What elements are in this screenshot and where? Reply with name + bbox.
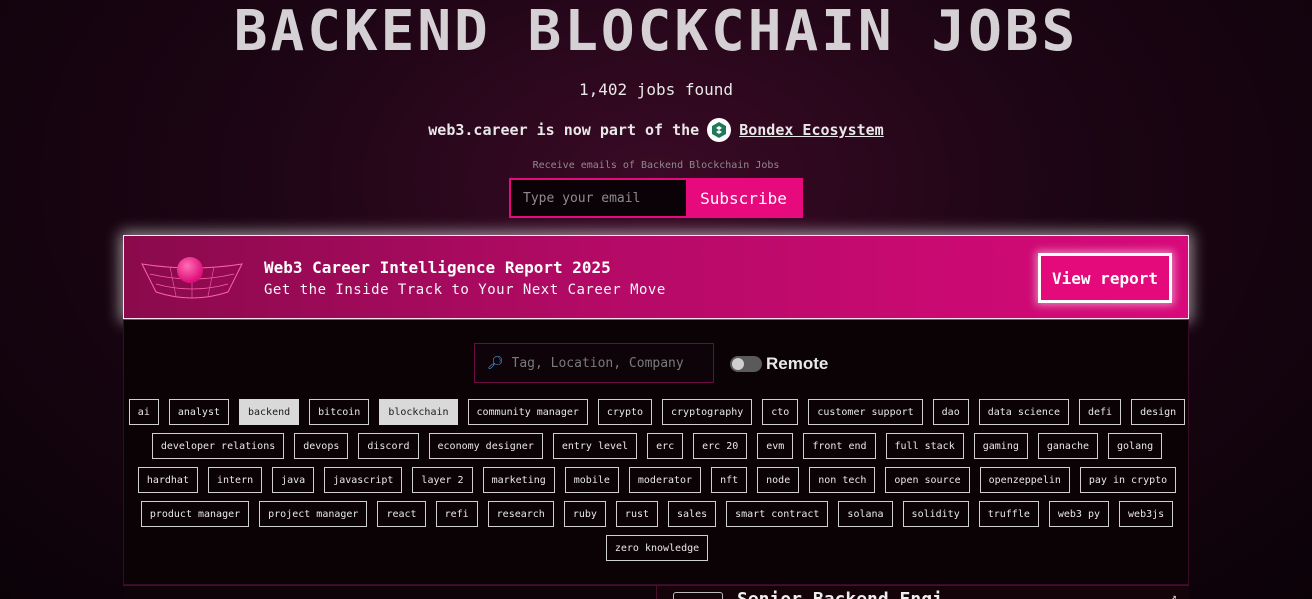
tag-refi[interactable]: refi (435, 501, 478, 527)
tag-discord[interactable]: discord (358, 433, 419, 459)
tag-analyst[interactable]: analyst (168, 399, 229, 425)
filter-panel: 🔎︎ Remote ai analyst backend bitcoin blockch… (123, 320, 1189, 585)
page-title: BACKEND BLOCKCHAIN JOBS (233, 0, 1079, 64)
tag-zero-knowledge[interactable]: zero knowledge (605, 535, 709, 561)
tag-ruby[interactable]: ruby (563, 501, 606, 527)
tag-mobile[interactable]: mobile (564, 467, 619, 493)
job-preview-panel: Senior Backend Engi ↗ (656, 585, 1189, 599)
tag-list: ai analyst backend bitcoin blockchain communi… (124, 399, 1190, 561)
external-link-icon[interactable]: ↗ (1170, 590, 1177, 599)
tag-react[interactable]: react (377, 501, 426, 527)
tag-hardhat[interactable]: hardhat (137, 467, 198, 493)
tag-economy-designer[interactable]: economy designer (428, 433, 543, 459)
report-banner[interactable]: Web3 Career Intelligence Report 2025 Get… (123, 235, 1189, 319)
search-input[interactable] (511, 355, 702, 371)
tag-data-science[interactable]: data science (978, 399, 1069, 425)
tag-truffle[interactable]: truffle (978, 501, 1039, 527)
bondex-prefix: web3.career is now part of the (428, 121, 700, 139)
tag-devops[interactable]: devops (294, 433, 349, 459)
bondex-ecosystem-link[interactable]: Bondex Ecosystem (739, 121, 884, 139)
search-icon: 🔎︎ (487, 355, 504, 371)
tag-ganache[interactable]: ganache (1037, 433, 1099, 459)
wireframe-sphere-icon (141, 257, 243, 299)
tag-dao[interactable]: dao (932, 399, 969, 425)
tag-project-manager[interactable]: project manager (259, 501, 368, 527)
tag-entry-level[interactable]: entry level (552, 433, 638, 459)
tag-solana[interactable]: solana (838, 501, 893, 527)
tag-layer-2[interactable]: layer 2 (412, 467, 473, 493)
tag-smart-contract[interactable]: smart contract (726, 501, 829, 527)
tag-intern[interactable]: intern (207, 467, 263, 493)
company-logo (673, 592, 723, 599)
tag-cto[interactable]: cto (762, 399, 799, 425)
tag-marketing[interactable]: marketing (482, 467, 555, 493)
tag-gaming[interactable]: gaming (973, 433, 1028, 459)
tag-non-tech[interactable]: non tech (809, 467, 876, 493)
tag-customer-support[interactable]: customer support (808, 399, 923, 425)
tag-solidity[interactable]: solidity (902, 501, 969, 527)
job-preview-title[interactable]: Senior Backend Engi (737, 590, 943, 599)
tag-moderator[interactable]: moderator (628, 467, 702, 493)
job-list-panel (123, 585, 656, 599)
tag-defi[interactable]: defi (1078, 399, 1122, 425)
tag-java[interactable]: java (272, 467, 315, 493)
banner-subtitle: Get the Inside Track to Your Next Career… (264, 282, 666, 298)
tag-erc-20[interactable]: erc 20 (693, 433, 748, 459)
tag-research[interactable]: research (487, 501, 554, 527)
subscribe-form: Subscribe (509, 178, 803, 218)
toggle-knob (732, 358, 744, 370)
tag-erc[interactable]: erc (647, 433, 684, 459)
tag-web3js[interactable]: web3js (1119, 501, 1174, 527)
tag-cryptography[interactable]: cryptography (662, 399, 753, 425)
tag-pay-in-crypto[interactable]: pay in crypto (1079, 467, 1177, 493)
tag-web3-py[interactable]: web3 py (1048, 501, 1110, 527)
bondex-notice: web3.career is now part of the Bondex Ec… (0, 118, 1312, 142)
tag-golang[interactable]: golang (1108, 433, 1163, 459)
remote-label: Remote (766, 354, 829, 373)
jobs-count: 1,402 jobs found (578, 80, 734, 99)
tag-front-end[interactable]: front end (803, 433, 876, 459)
email-caption: Receive emails of Backend Blockchain Job… (532, 160, 780, 171)
bondex-logo-icon (707, 118, 732, 142)
tag-product-manager[interactable]: product manager (140, 501, 250, 527)
tag-rust[interactable]: rust (615, 501, 659, 527)
tag-javascript[interactable]: javascript (324, 467, 403, 493)
tag-nft[interactable]: nft (711, 467, 748, 493)
email-input[interactable] (511, 180, 686, 216)
tag-backend[interactable]: backend (239, 399, 300, 425)
remote-toggle[interactable]: Remote (730, 354, 828, 374)
tag-crypto[interactable]: crypto (597, 399, 653, 425)
subscribe-button[interactable]: Subscribe (686, 180, 801, 216)
tag-developer-relations[interactable]: developer relations (151, 433, 285, 459)
view-report-button[interactable]: View report (1038, 253, 1172, 303)
toggle-switch[interactable] (730, 356, 762, 372)
tag-blockchain[interactable]: blockchain (379, 399, 458, 425)
tag-sales[interactable]: sales (668, 501, 717, 527)
tag-node[interactable]: node (757, 467, 800, 493)
tag-open-source[interactable]: open source (885, 467, 970, 493)
tag-ai[interactable]: ai (128, 399, 159, 425)
tag-full-stack[interactable]: full stack (885, 433, 964, 459)
banner-title: Web3 Career Intelligence Report 2025 (264, 258, 611, 277)
tag-community-manager[interactable]: community manager (467, 399, 588, 425)
tag-bitcoin[interactable]: bitcoin (309, 399, 370, 425)
tag-openzeppelin[interactable]: openzeppelin (979, 467, 1070, 493)
search-box[interactable]: 🔎︎ (474, 343, 714, 383)
tag-design[interactable]: design (1131, 399, 1186, 425)
tag-evm[interactable]: evm (757, 433, 794, 459)
